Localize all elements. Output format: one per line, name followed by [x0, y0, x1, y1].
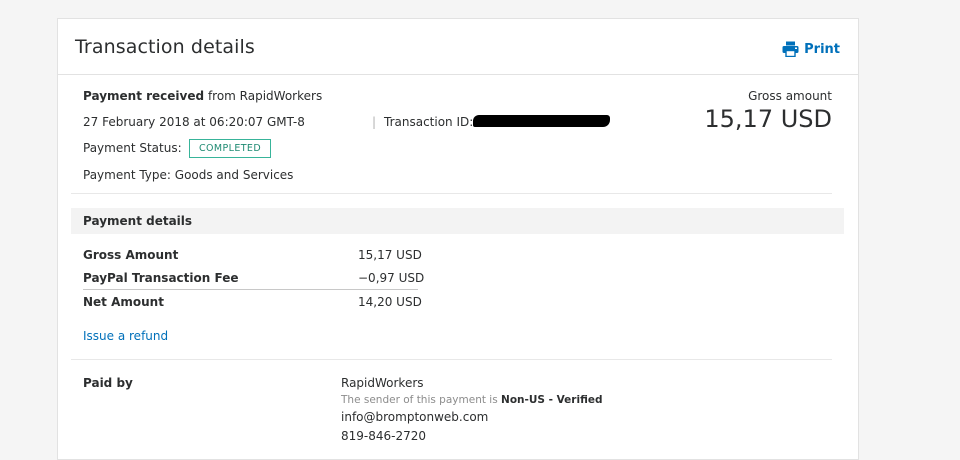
- transaction-date: 27 February 2018 at 06:20:07 GMT-8: [83, 115, 305, 129]
- payer-name: RapidWorkers: [341, 376, 424, 390]
- gross-amount-row-label: Gross Amount: [83, 248, 179, 262]
- net-amount-row-label: Net Amount: [83, 295, 164, 309]
- gross-amount-value: 15,17 USD: [704, 105, 832, 133]
- separator: |: [372, 115, 377, 129]
- fee-row-label: PayPal Transaction Fee: [83, 271, 239, 285]
- card-header: Transaction details Print: [58, 19, 858, 75]
- sender-status: Non-US - Verified: [501, 394, 603, 406]
- redacted-transaction-id: [473, 115, 610, 127]
- sender-status-line: The sender of this payment is Non-US - V…: [341, 394, 603, 406]
- issue-refund-link[interactable]: Issue a refund: [83, 329, 168, 343]
- print-button[interactable]: Print: [782, 41, 840, 57]
- payment-type: Payment Type: Goods and Services: [83, 168, 294, 182]
- net-amount-row-value: 14,20 USD: [358, 295, 422, 309]
- page-title: Transaction details: [75, 36, 255, 58]
- transaction-details-card: Transaction details Print Payment receiv…: [57, 18, 859, 460]
- fee-row-value: −0,97 USD: [358, 271, 425, 285]
- print-label: Print: [804, 41, 840, 57]
- printer-icon: [782, 41, 799, 57]
- summary-divider: [71, 193, 832, 194]
- paid-by-label: Paid by: [83, 376, 133, 390]
- payment-details-header: Payment details: [71, 208, 844, 234]
- gross-amount-label: Gross amount: [748, 89, 832, 103]
- payment-received-label: Payment received: [83, 89, 205, 103]
- net-divider: [83, 289, 418, 290]
- payer-email: info@bromptonweb.com: [341, 410, 489, 424]
- gross-amount-row-value: 15,17 USD: [358, 248, 422, 262]
- status-badge: COMPLETED: [189, 139, 272, 158]
- transaction-id-label: Transaction ID:: [384, 115, 474, 129]
- details-divider: [71, 359, 832, 360]
- payer-phone: 819-846-2720: [341, 429, 427, 443]
- payment-details-heading: Payment details: [83, 214, 193, 228]
- payment-received-line: Payment received from RapidWorkers: [83, 89, 322, 103]
- sender-note: The sender of this payment is: [341, 394, 498, 406]
- payment-received-from: from RapidWorkers: [207, 89, 323, 103]
- payment-status-label: Payment Status:: [83, 141, 182, 155]
